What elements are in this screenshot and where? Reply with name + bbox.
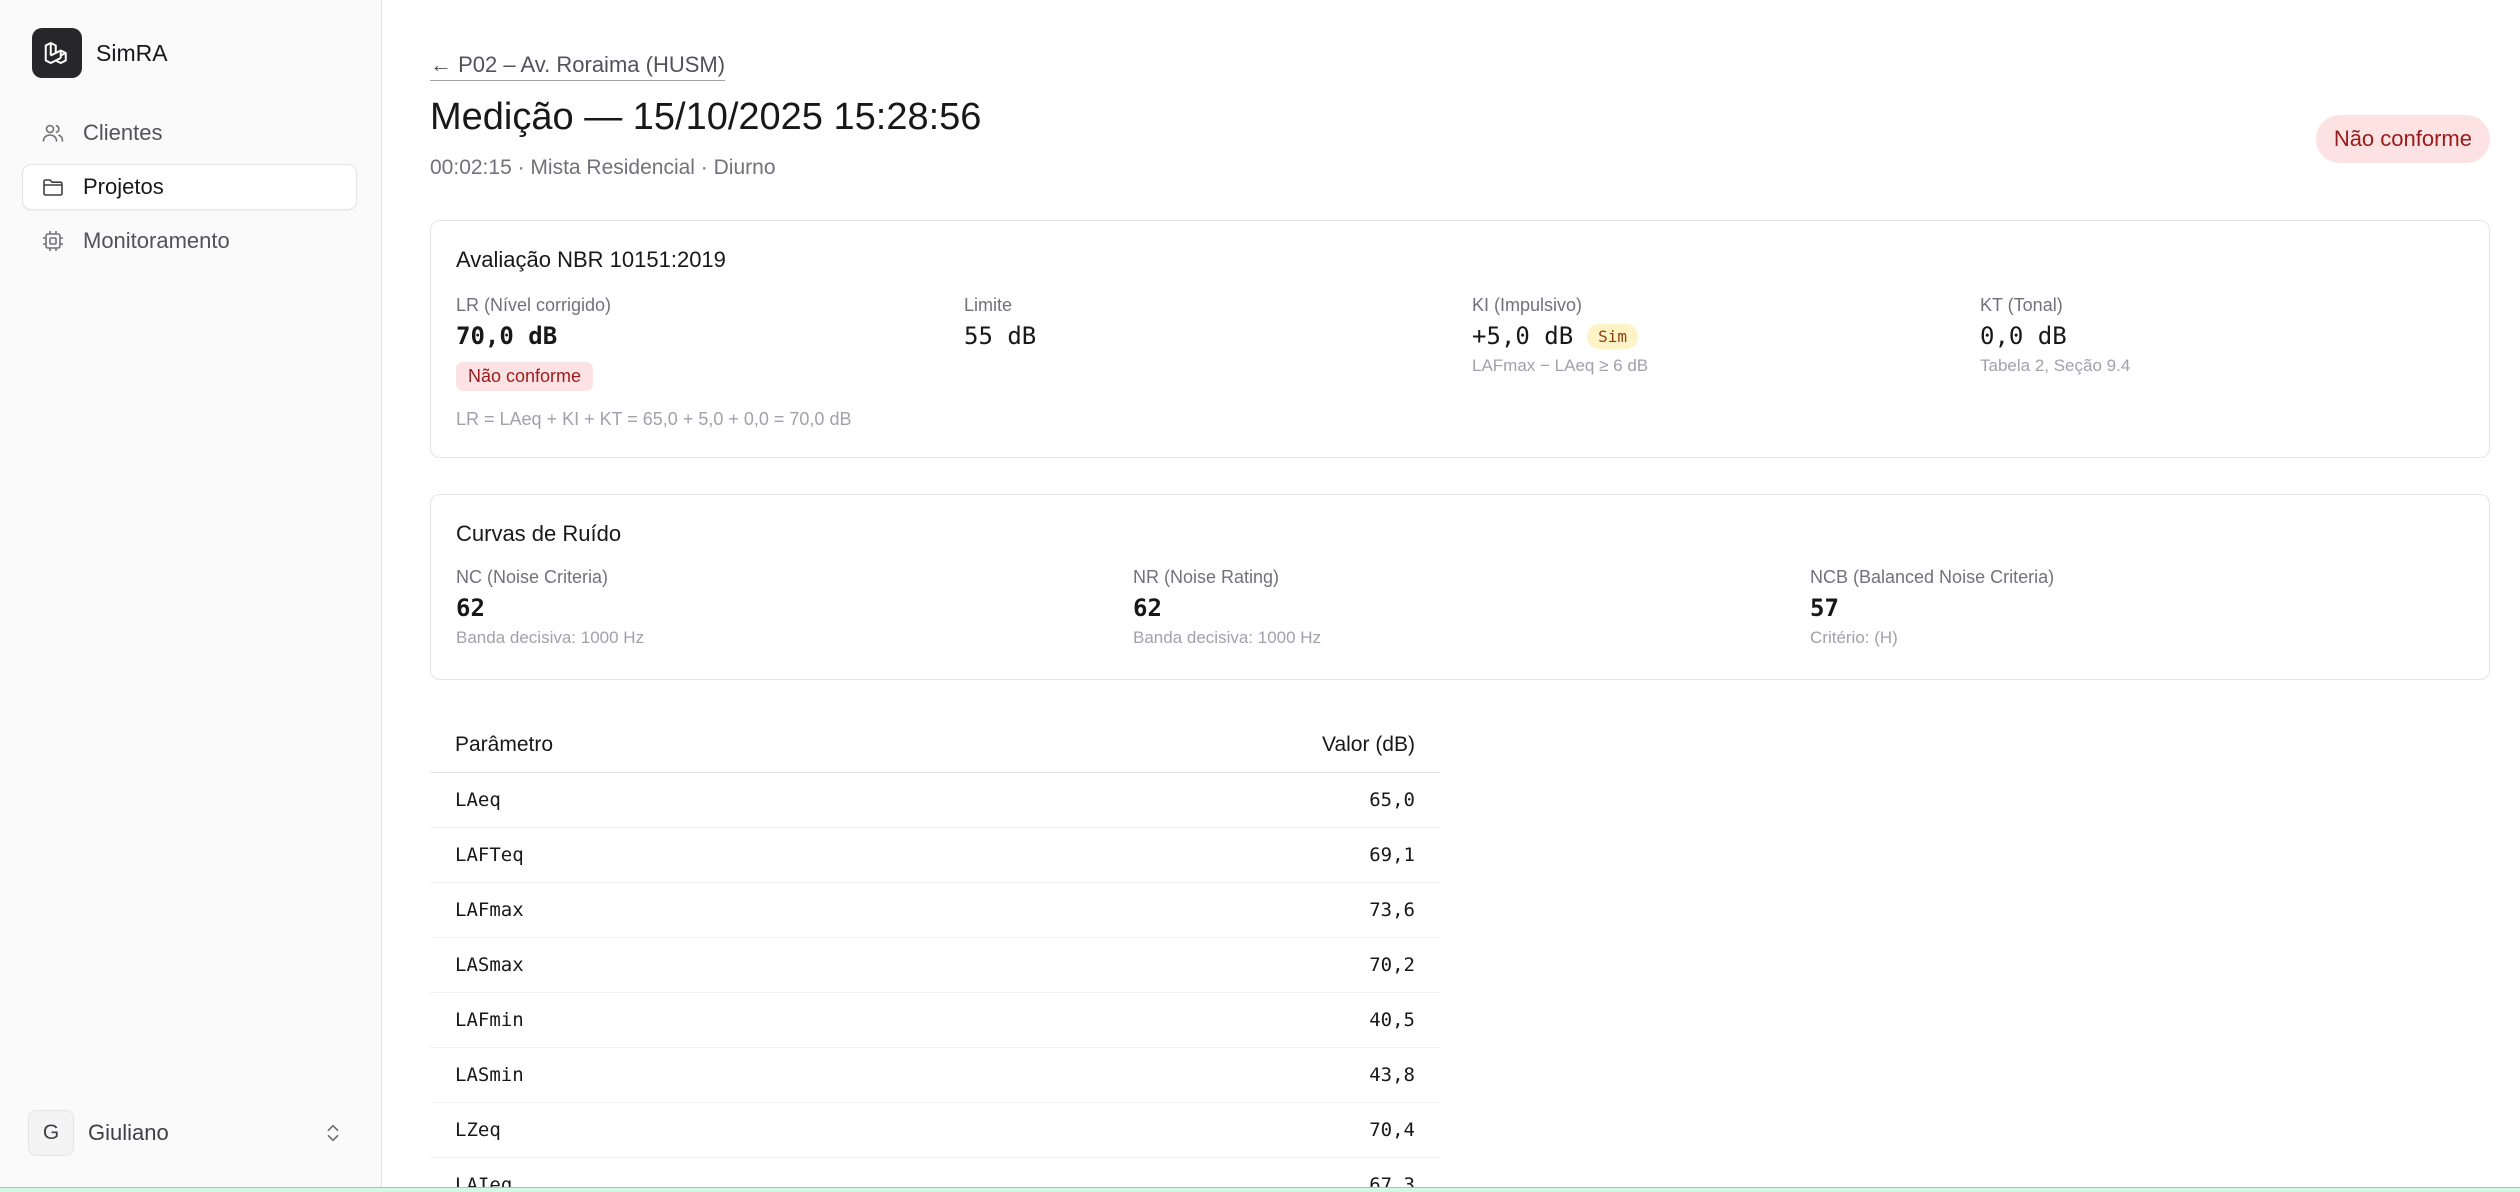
table-row: LASmin 43,8 (430, 1047, 1440, 1103)
metric-value: 0,0 dB (1980, 322, 2067, 350)
column-header-value: Valor (dB) (943, 718, 1440, 773)
metric-lr: LR (Nível corrigido) 70,0 dB Não conform… (456, 295, 851, 430)
sidebar: SimRA Clientes Projetos Monitoramento G … (0, 0, 382, 1192)
metric-note: Banda decisiva: 1000 Hz (456, 628, 645, 647)
metric-kt: KT (Tonal) 0,0 dB Tabela 2, Seção 9.4 (1980, 295, 2130, 376)
param-value: 65,0 (943, 772, 1440, 828)
metric-value: 70,0 dB (456, 322, 558, 350)
metric-note: LAFmax − LAeq ≥ 6 dB (1472, 356, 1649, 375)
sidebar-nav: Clientes Projetos Monitoramento (22, 110, 357, 272)
table-row: LAFTeq 69,1 (430, 827, 1440, 883)
curves-title: Curvas de Ruído (456, 521, 622, 546)
sidebar-item-label: Projetos (83, 174, 164, 199)
metric-value: 55 dB (964, 322, 1037, 350)
metric-value: +5,0 dB (1472, 322, 1574, 350)
metric-ncb: NCB (Balanced Noise Criteria) 57 Critéri… (1810, 567, 2054, 648)
param-name: LZeq (430, 1102, 944, 1158)
brand[interactable]: SimRA (32, 28, 168, 78)
metric-label: KI (Impulsivo) (1472, 295, 1583, 315)
metric-note: Critério: (H) (1810, 628, 1898, 647)
param-name: LASmax (430, 937, 944, 993)
param-value: 73,6 (943, 882, 1440, 938)
metric-limit: Limite 55 dB (964, 295, 1036, 350)
evaluation-title: Avaliação NBR 10151:2019 (456, 247, 726, 272)
avatar: G (28, 1110, 74, 1156)
app-name: SimRA (96, 39, 168, 66)
metric-nr: NR (Noise Rating) 62 Banda decisiva: 100… (1133, 567, 1321, 648)
param-value: 70,4 (943, 1102, 1440, 1158)
metric-ki: KI (Impulsivo) +5,0 dB Sim LAFmax − LAeq… (1472, 295, 1648, 376)
chevron-up-down-icon (327, 1124, 339, 1142)
param-value: 70,2 (943, 937, 1440, 993)
sidebar-item-label: Monitoramento (83, 228, 230, 253)
table-row: LAFmin 40,5 (430, 992, 1440, 1048)
param-name: LAFmax (430, 882, 944, 938)
param-name: LASmin (430, 1047, 944, 1103)
param-name: LAFmin (430, 992, 944, 1048)
status-badge: Não conforme (2315, 115, 2490, 163)
metric-note: Tabela 2, Seção 9.4 (1980, 356, 2131, 375)
metric-label: NC (Noise Criteria) (456, 567, 609, 587)
table-row: LZeq 70,4 (430, 1102, 1440, 1158)
page-title: Medição — 15/10/2025 15:28:56 (430, 96, 982, 138)
metric-label: NCB (Balanced Noise Criteria) (1810, 567, 2055, 587)
param-value: 40,5 (943, 992, 1440, 1048)
sidebar-item-label: Clientes (83, 120, 163, 145)
metric-value: 57 (1810, 594, 1839, 622)
table-row: LASmax 70,2 (430, 937, 1440, 993)
bottom-scroll-indicator (0, 1187, 2520, 1192)
param-name: LAFTeq (430, 827, 944, 883)
metric-label: NR (Noise Rating) (1133, 567, 1280, 587)
metric-label: LR (Nível corrigido) (456, 295, 612, 315)
table-header-row: Parâmetro Valor (dB) (430, 718, 1440, 773)
metric-note: Banda decisiva: 1000 Hz (1133, 628, 1322, 647)
noise-curves-card: Curvas de Ruído NC (Noise Criteria) 62 B… (430, 494, 2490, 680)
param-value: 43,8 (943, 1047, 1440, 1103)
table-row: LAeq 65,0 (430, 772, 1440, 828)
back-link[interactable]: ← P02 – Av. Roraima (HUSM) (430, 52, 726, 81)
page-subtitle: 00:02:15 · Mista Residencial · Diurno (430, 156, 776, 179)
param-name: LAeq (430, 772, 944, 828)
compliance-badge: Não conforme (456, 362, 594, 391)
sidebar-item-clientes[interactable]: Clientes (22, 110, 357, 156)
metric-nc: NC (Noise Criteria) 62 Banda decisiva: 1… (456, 567, 644, 648)
metric-label: Limite (964, 295, 1013, 315)
impulsive-badge: Sim (1587, 323, 1639, 349)
user-menu[interactable]: G Giuliano (28, 1110, 344, 1156)
sidebar-item-monitoramento[interactable]: Monitoramento (22, 218, 357, 264)
metric-value-row: +5,0 dB Sim (1472, 322, 1648, 350)
user-name: Giuliano (88, 1120, 169, 1145)
folder-icon (43, 179, 63, 196)
chip-icon (43, 231, 63, 251)
evaluation-card: Avaliação NBR 10151:2019 LR (Nível corri… (430, 220, 2490, 458)
metric-value: 62 (1133, 594, 1162, 622)
metric-value: 62 (456, 594, 485, 622)
parameters-table: Parâmetro Valor (dB) LAeq 65,0 LAFTeq 69,1… (430, 718, 1440, 1192)
column-header-parameter: Parâmetro (430, 718, 944, 773)
sidebar-item-projetos[interactable]: Projetos (22, 164, 357, 210)
table-row: LAFmax 73,6 (430, 882, 1440, 938)
param-value: 69,1 (943, 827, 1440, 883)
metric-label: KT (Tonal) (1980, 295, 2063, 315)
app-logo-icon (32, 28, 82, 78)
users-icon (42, 124, 64, 142)
lr-formula: LR = LAeq + KI + KT = 65,0 + 5,0 + 0,0 =… (456, 409, 852, 429)
